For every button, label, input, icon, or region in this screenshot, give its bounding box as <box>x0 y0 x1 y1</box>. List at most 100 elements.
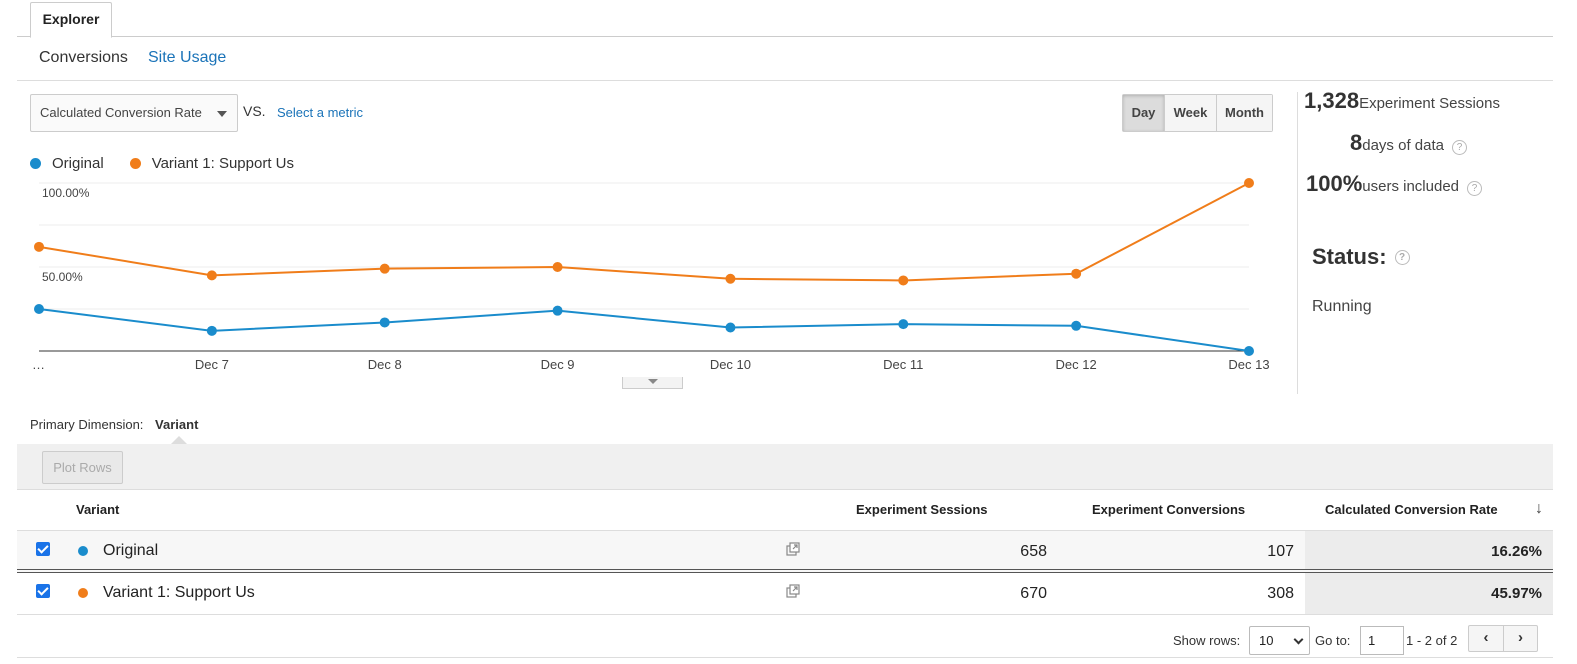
users-percent: 100% <box>1306 171 1363 196</box>
sessions-label: Experiment Sessions <box>1359 95 1500 112</box>
y-tick-label: 100.00% <box>42 186 90 200</box>
page-nav: ‹ › <box>1468 625 1538 652</box>
y-tick-label: 50.00% <box>42 270 83 284</box>
data-point <box>1244 346 1254 356</box>
data-point <box>1071 320 1082 331</box>
metric-select[interactable]: Calculated Conversion Rate <box>30 94 238 132</box>
goto-page-input[interactable]: 1 <box>1360 626 1404 655</box>
period-toggle: Day Week Month <box>1122 94 1273 132</box>
x-tick-label: Dec 8 <box>368 357 402 372</box>
data-point <box>552 305 563 316</box>
period-week-button[interactable]: Week <box>1164 95 1216 131</box>
data-point <box>34 304 44 314</box>
pagination: Show rows: 10 Go to: 1 1 - 2 of 2 ‹ › <box>17 618 1553 658</box>
row-checkbox[interactable] <box>36 542 50 556</box>
primary-dimension: Primary Dimension: Variant <box>30 417 198 432</box>
series-line <box>38 182 1250 282</box>
row-variant-name: Variant 1: Support Us <box>103 584 255 601</box>
period-month-button[interactable]: Month <box>1216 95 1272 131</box>
metric-select-value: Calculated Conversion Rate <box>40 105 202 120</box>
tab-strip: Explorer <box>17 0 1553 38</box>
data-point <box>379 263 390 274</box>
primary-dimension-value[interactable]: Variant <box>155 417 198 432</box>
summary-sessions: 1,328 Experiment Sessions <box>1304 88 1500 114</box>
header-variant[interactable]: Variant <box>76 502 119 517</box>
x-tick-label: Dec 10 <box>710 357 751 372</box>
table-row: Variant 1: Support Us 670 308 45.97% <box>17 573 1553 615</box>
data-point <box>206 325 217 336</box>
data-point <box>552 262 563 272</box>
legend-item-original[interactable]: Original <box>30 155 104 172</box>
x-tick-label: … <box>32 357 45 372</box>
show-rows-label: Show rows: <box>1173 633 1241 648</box>
caret-down-icon <box>217 111 227 117</box>
rows-per-page-value: 10 <box>1259 633 1274 648</box>
subtab-site-usage[interactable]: Site Usage <box>148 49 226 67</box>
caret-down-icon <box>648 379 658 384</box>
days-label: days of data <box>1362 137 1444 154</box>
legend-item-variant-1[interactable]: Variant 1: Support Us <box>129 154 294 172</box>
next-page-button[interactable]: › <box>1503 626 1537 651</box>
help-icon[interactable]: ? <box>1451 140 1467 155</box>
legend-label-variant-1: Variant 1: Support Us <box>151 154 294 172</box>
row-color-dot <box>78 588 88 598</box>
sessions-count: 1,328 <box>1304 88 1360 113</box>
legend-dot-original <box>30 157 41 169</box>
help-icon[interactable]: ? <box>1394 249 1410 265</box>
cell-rate: 45.97% <box>1491 585 1542 602</box>
x-tick-label: Dec 11 <box>883 357 923 372</box>
row-checkbox[interactable] <box>36 584 50 598</box>
header-conversions[interactable]: Experiment Conversions <box>1092 502 1245 517</box>
row-variant-name: Original <box>103 542 159 559</box>
data-point <box>206 270 217 281</box>
subtabs: Conversions Site Usage <box>17 37 1553 81</box>
subtab-conversions[interactable]: Conversions <box>39 49 128 67</box>
summary-days: 8 days of data ? <box>1350 130 1467 156</box>
plot-rows-button[interactable]: Plot Rows <box>42 451 123 484</box>
table-toolbar: Plot Rows <box>17 444 1553 490</box>
line-chart: 100.00% 50.00% … Dec 7 Dec 8 Dec 9 Dec 10 Dec 1… <box>17 175 1287 380</box>
goto-label: Go to: <box>1315 633 1351 648</box>
x-tick-label: Dec 9 <box>541 357 575 372</box>
rows-per-page-select[interactable]: 10 <box>1249 626 1310 655</box>
cell-conversions: 308 <box>1267 585 1294 602</box>
prev-page-button[interactable]: ‹ <box>1469 626 1503 651</box>
table-header: Variant Experiment Sessions Experiment C… <box>17 490 1553 531</box>
open-in-window-icon[interactable] <box>786 584 800 598</box>
cell-conversions: 107 <box>1267 543 1294 560</box>
page-range: 1 - 2 of 2 <box>1406 633 1458 648</box>
sort-down-arrow-icon[interactable]: ↓ <box>1535 500 1543 518</box>
line-chart-svg: 100.00% 50.00% … Dec 7 Dec 8 Dec 9 Dec 10 Dec 1… <box>32 178 1270 372</box>
status-heading: Status: ? <box>1312 244 1410 270</box>
vs-label: VS. <box>243 103 266 119</box>
status-title: Status: <box>1312 244 1387 269</box>
select-metric-link[interactable]: Select a metric <box>277 105 363 120</box>
x-tick-label: Dec 13 <box>1228 357 1269 372</box>
table-row: Original 658 107 16.26% <box>17 531 1553 573</box>
x-tick-label: Dec 12 <box>1056 357 1097 372</box>
header-rate[interactable]: Calculated Conversion Rate <box>1325 502 1498 517</box>
chart-legend: Original Variant 1: Support Us <box>30 152 320 174</box>
experiment-report: Explorer Conversions Site Usage Calculat… <box>17 0 1553 664</box>
data-point <box>1244 178 1254 188</box>
data-point <box>725 273 736 284</box>
cell-sessions: 670 <box>1020 585 1047 602</box>
row-color-dot <box>78 546 88 556</box>
chart-expand-toggle[interactable] <box>622 377 683 389</box>
cell-sessions: 658 <box>1020 543 1047 560</box>
summary-users: 100% users included ? <box>1306 171 1483 197</box>
data-point <box>34 241 44 252</box>
open-in-window-icon[interactable] <box>786 542 800 556</box>
data-table: Variant Experiment Sessions Experiment C… <box>17 490 1553 615</box>
cell-rate: 16.26% <box>1491 543 1542 560</box>
series-line <box>38 308 1250 352</box>
data-point <box>898 275 909 286</box>
header-sessions[interactable]: Experiment Sessions <box>856 502 988 517</box>
period-day-button[interactable]: Day <box>1123 95 1164 131</box>
help-icon[interactable]: ? <box>1467 181 1483 196</box>
dimension-pointer <box>171 436 187 444</box>
data-point <box>898 319 909 330</box>
status-value: Running <box>1312 298 1372 315</box>
data-point <box>725 322 736 333</box>
tab-explorer[interactable]: Explorer <box>30 2 112 38</box>
